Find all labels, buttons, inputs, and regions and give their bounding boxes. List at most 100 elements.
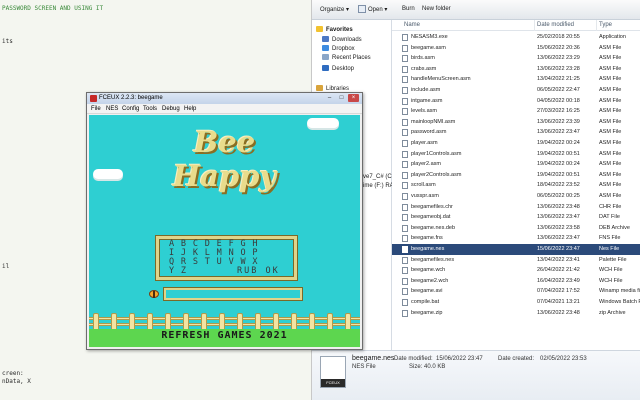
file-date: 13/06/2022 23:47 — [537, 235, 580, 242]
minimize-button[interactable]: – — [324, 94, 335, 102]
file-name: beegame.zip — [411, 309, 443, 316]
file-icon — [402, 299, 408, 306]
file-icon — [402, 87, 408, 94]
menu-file[interactable]: File — [91, 106, 101, 112]
file-date: 26/04/2022 21:42 — [537, 267, 580, 274]
file-row[interactable]: include.asm 06/05/2022 22:47 ASM File — [392, 85, 640, 96]
nav-favorites[interactable]: Favorites — [316, 26, 353, 33]
file-type: Palette File — [599, 256, 627, 263]
new-folder-button[interactable]: New folder — [422, 6, 451, 12]
file-row[interactable]: vusspr.asm 06/05/2022 00:25 ASM File — [392, 191, 640, 202]
file-row[interactable]: player2.asm 19/04/2022 00:24 ASM File — [392, 159, 640, 170]
menu-config[interactable]: Config — [122, 106, 139, 112]
file-type: ASM File — [599, 140, 622, 146]
file-row[interactable]: intgame.asm 04/05/2022 00:18 ASM File — [392, 96, 640, 107]
file-name: player.asm — [411, 140, 438, 146]
file-type: ASM File — [599, 76, 622, 83]
burn-button[interactable]: Burn — [402, 6, 415, 12]
file-type: ASM File — [599, 118, 622, 125]
file-row[interactable]: password.asm 13/06/2022 23:47 ASM File — [392, 127, 640, 138]
file-row[interactable]: beegame.asm 15/06/2022 20:36 ASM File — [392, 43, 640, 54]
file-icon — [402, 161, 408, 169]
column-name-header[interactable]: Name — [404, 22, 420, 28]
file-date: 19/04/2022 00:51 — [537, 150, 580, 157]
column-date-header[interactable]: Date modified — [537, 22, 574, 28]
game-title-line-1: Bee — [193, 125, 256, 159]
file-icon — [402, 129, 408, 137]
file-type: FNS File — [599, 235, 621, 242]
game-screen[interactable]: Bee Happy ABCDEFGH IJKLMNOP QRSTUVWX YZ … — [89, 115, 360, 347]
menu-help[interactable]: Help — [184, 106, 196, 112]
fence-post — [183, 313, 189, 330]
file-date: 13/04/2022 21:25 — [537, 76, 580, 83]
file-row[interactable]: beegame2.wch 16/04/2022 23:49 WCH File — [392, 276, 640, 287]
file-row[interactable]: NESASM3.exe 25/02/2018 20:55 Application — [392, 32, 640, 43]
fence-post — [345, 313, 351, 330]
nav-item-dropbox[interactable]: Dropbox — [322, 45, 355, 52]
file-row[interactable]: birds.asm 13/06/2022 23:29 ASM File — [392, 53, 640, 64]
file-row[interactable]: beegameobj.dat 13/06/2022 23:47 DAT File — [392, 212, 640, 223]
file-row[interactable]: levels.asm 27/03/2022 16:25 ASM File — [392, 106, 640, 117]
file-row[interactable]: crabs.asm 13/06/2022 23:28 ASM File — [392, 64, 640, 75]
file-row[interactable]: beegame.avi 07/04/2022 17:52 Winamp media … — [392, 286, 640, 297]
file-type: Winamp media fi — [599, 288, 640, 295]
column-type-header[interactable]: Type — [599, 22, 612, 28]
file-row[interactable]: player.asm 19/04/2022 00:24 ASM File — [392, 138, 640, 149]
close-button[interactable]: × — [348, 94, 359, 102]
fence-post — [309, 313, 315, 330]
file-name: handleMenuScreen.asm — [411, 76, 471, 83]
column-separator[interactable] — [534, 20, 535, 31]
nav-item-label: Downloads — [332, 37, 362, 43]
fence-post — [255, 313, 261, 330]
file-row[interactable]: beegamefiles.nes 13/04/2022 23:41 Palette … — [392, 255, 640, 266]
nav-item-desktop[interactable]: Desktop — [322, 65, 354, 72]
code-line: creen: — [2, 370, 24, 377]
file-icon — [402, 44, 408, 52]
fence-post — [147, 313, 153, 330]
file-row[interactable]: beegame.nes.deb 13/06/2022 23:58 DEB Archi… — [392, 223, 640, 234]
column-separator[interactable] — [596, 20, 597, 31]
file-row[interactable]: beegame.nes 15/06/2022 23:47 Nes File — [392, 244, 640, 255]
details-file-name: beegame.nes — [352, 355, 395, 362]
file-row[interactable]: beegame.wch 26/04/2022 21:42 WCH File — [392, 265, 640, 276]
file-date: 13/06/2022 23:47 — [537, 129, 580, 136]
nav-item-drive-c[interactable]: ve7_C# (C:) — [363, 174, 395, 180]
file-name: password.asm — [411, 129, 447, 136]
menu-nes[interactable]: NES — [106, 106, 118, 112]
file-type: WCH File — [599, 267, 623, 274]
file-row[interactable]: scroll.asm 18/04/2022 23:52 ASM File — [392, 180, 640, 191]
organize-button[interactable]: Organize ▾ — [320, 6, 349, 13]
fence-post — [93, 313, 99, 330]
file-icon — [402, 203, 408, 211]
nav-item-recent-places[interactable]: Recent Places — [322, 54, 371, 61]
nav-item-downloads[interactable]: Downloads — [322, 36, 362, 43]
file-type: ASM File — [599, 150, 622, 157]
letter-row-4-right: RUB OK — [237, 266, 280, 276]
fence-post — [291, 313, 297, 330]
menu-tools[interactable]: Tools — [143, 106, 157, 112]
maximize-button[interactable]: □ — [336, 94, 347, 102]
letter-row-4-left: YZ — [169, 266, 193, 276]
password-letter-grid[interactable]: ABCDEFGH IJKLMNOP QRSTUVWX YZ RUB OK — [156, 236, 297, 280]
nav-libraries[interactable]: Libraries — [316, 85, 349, 92]
file-row[interactable]: beegame.zip 13/06/2022 23:48 zip Archive — [392, 308, 640, 319]
emulator-menu-bar: File NES Config Tools Debug Help — [87, 104, 362, 114]
file-row[interactable]: player2Controls.asm 19/04/2022 00:51 ASM F… — [392, 170, 640, 181]
file-type: Application — [599, 34, 626, 40]
code-line: nData, X — [2, 378, 31, 385]
file-row[interactable]: beegamefiles.chr 13/06/2022 23:48 CHR File — [392, 202, 640, 213]
emulator-window[interactable]: FCEUX 2.2.3: beegame – □ × File NES Conf… — [86, 92, 363, 350]
file-icon — [402, 65, 408, 73]
file-row[interactable]: beegame.fns 13/06/2022 23:47 FNS File — [392, 233, 640, 244]
open-button[interactable]: Open ▾ — [368, 6, 387, 13]
file-name: player2Controls.asm — [411, 171, 462, 178]
file-row[interactable]: mainloopNMI.asm 13/06/2022 23:39 ASM File — [392, 117, 640, 128]
emulator-title-bar[interactable]: FCEUX 2.2.3: beegame – □ × — [87, 93, 362, 104]
file-row[interactable]: compile.bat 07/04/2021 13:21 Windows Batch… — [392, 297, 640, 308]
menu-debug[interactable]: Debug — [162, 106, 180, 112]
file-type: DEB Archive — [599, 224, 630, 231]
password-entry-field[interactable] — [164, 288, 302, 300]
explorer-toolbar: Organize ▾ Open ▾ Burn New folder — [312, 0, 640, 20]
file-row[interactable]: handleMenuScreen.asm 13/04/2022 21:25 ASM … — [392, 74, 640, 85]
file-row[interactable]: player1Controls.asm 19/04/2022 00:51 ASM F… — [392, 149, 640, 160]
